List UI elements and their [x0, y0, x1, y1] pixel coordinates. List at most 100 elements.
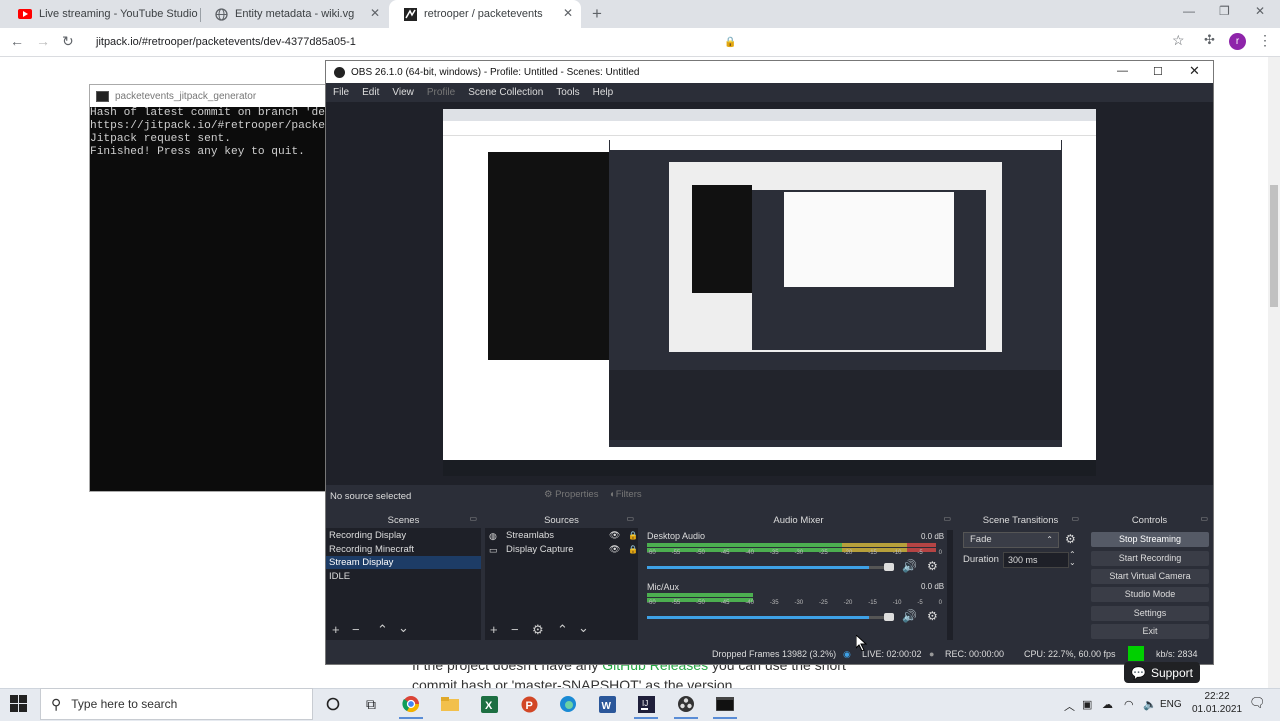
obs-titlebar[interactable]: OBS 26.1.0 (64-bit, windows) - Profile: … [326, 61, 1213, 83]
scenes-dock-header[interactable]: Scenes ▭ [326, 512, 481, 528]
wifi-icon[interactable]: ◠ [1124, 698, 1134, 711]
float-icon[interactable]: ▭ [626, 514, 634, 523]
properties-button[interactable]: ⚙ Properties [544, 489, 598, 500]
tab-youtube-studio[interactable]: Live streaming - YouTube Studio [4, 0, 200, 28]
close-window-icon[interactable]: ✕ [1255, 4, 1265, 18]
tray-device-icon[interactable]: ▣ [1082, 698, 1092, 711]
controls-dock-header[interactable]: Controls ▭ [1087, 512, 1212, 528]
menu-file[interactable]: File [333, 87, 349, 98]
visibility-eye-icon[interactable]: 👁 [609, 530, 620, 541]
profile-avatar[interactable]: r [1229, 33, 1246, 50]
transition-select[interactable]: Fade ⌃ [963, 532, 1059, 548]
volume-icon[interactable]: 🔈 [1143, 698, 1157, 711]
move-up-icon[interactable]: ⌃ [377, 622, 388, 638]
add-source-button[interactable]: + [490, 622, 498, 637]
terminal-icon[interactable] [715, 694, 735, 714]
start-recording-button[interactable]: Start Recording [1091, 551, 1209, 566]
settings-button[interactable]: Settings [1091, 606, 1209, 621]
lock-icon[interactable]: 🔒 [628, 531, 638, 540]
menu-kebab-icon[interactable]: ⋮ [1258, 32, 1272, 49]
menu-help[interactable]: Help [593, 87, 614, 98]
speaker-icon[interactable]: 🔊 [902, 609, 917, 623]
excel-icon[interactable]: X [479, 694, 499, 714]
tab-wiki-vg[interactable]: Entity metadata - wiki.vg ✕ [200, 0, 388, 28]
volume-slider-knob[interactable] [884, 563, 894, 571]
word-icon[interactable]: W [597, 694, 617, 714]
taskbar-search[interactable]: ⚲ Type here to search [40, 688, 313, 720]
new-tab-button[interactable]: + [592, 4, 602, 24]
language-indicator[interactable]: ENG [1160, 699, 1182, 710]
duration-input[interactable]: 300 ms [1003, 552, 1069, 568]
minimize-icon[interactable]: — [1183, 4, 1195, 18]
close-icon[interactable]: ✕ [370, 6, 380, 20]
menu-profile[interactable]: Profile [427, 87, 455, 98]
transitions-dock-header[interactable]: Scene Transitions ▭ [958, 512, 1083, 528]
scene-item[interactable]: IDLE [329, 571, 350, 582]
task-view-icon[interactable]: ⧉ [361, 694, 381, 714]
file-explorer-icon[interactable] [440, 694, 460, 714]
move-up-icon[interactable]: ⌃ [557, 622, 568, 638]
close-window-icon[interactable]: ✕ [1189, 63, 1200, 79]
windows-start-icon[interactable] [10, 695, 27, 715]
exit-button[interactable]: Exit [1091, 624, 1209, 639]
move-down-icon[interactable]: ⌄ [398, 620, 409, 636]
page-scrollbar[interactable] [1268, 57, 1280, 688]
volume-slider-knob[interactable] [884, 613, 894, 621]
float-icon[interactable]: ▭ [469, 514, 477, 523]
menu-tools[interactable]: Tools [556, 87, 579, 98]
bookmark-star-icon[interactable]: ☆ [1172, 32, 1185, 49]
volume-slider[interactable] [647, 616, 894, 619]
menu-edit[interactable]: Edit [362, 87, 379, 98]
move-down-icon[interactable]: ⌄ [578, 620, 589, 636]
obs-icon[interactable] [676, 694, 696, 714]
float-icon[interactable]: ▭ [1200, 514, 1208, 523]
maximize-icon[interactable]: ☐ [1153, 65, 1163, 78]
mixer-dock-header[interactable]: Audio Mixer ▭ [642, 512, 955, 528]
source-item[interactable]: Display Capture [506, 544, 574, 555]
gear-icon[interactable]: ⚙ [532, 622, 544, 638]
reload-icon[interactable]: ↻ [62, 33, 74, 50]
filters-button[interactable]: ◐Filters [610, 489, 642, 500]
console-titlebar[interactable]: packetevents_jitpack_generator [90, 85, 328, 107]
menu-view[interactable]: View [392, 87, 414, 98]
address-bar[interactable]: 🔒 jitpack.io/#retrooper/packetevents/dev… [96, 32, 1192, 52]
speaker-icon[interactable]: 🔊 [902, 559, 917, 573]
taskbar-clock[interactable]: 22:22 01.01.2021 [1192, 690, 1242, 716]
cortana-icon[interactable] [323, 694, 343, 714]
extensions-icon[interactable]: ✣ [1204, 32, 1215, 48]
chrome-icon[interactable] [401, 694, 421, 714]
lock-icon[interactable]: 🔒 [628, 545, 638, 554]
maximize-icon[interactable]: ❐ [1219, 4, 1230, 18]
scene-item[interactable]: Recording Minecraft [329, 544, 414, 555]
intellij-icon[interactable]: IJ [636, 694, 656, 714]
float-icon[interactable]: ▭ [943, 514, 951, 523]
visibility-eye-icon[interactable]: 👁 [609, 544, 620, 555]
gear-icon[interactable]: ⚙ [1065, 532, 1076, 546]
sources-dock-header[interactable]: Sources ▭ [485, 512, 638, 528]
edge-icon[interactable] [558, 694, 578, 714]
remove-scene-button[interactable]: − [352, 622, 360, 637]
mixer-scrollbar[interactable] [947, 530, 953, 640]
volume-slider[interactable] [647, 566, 894, 569]
support-button[interactable]: 💬 Support [1124, 662, 1200, 683]
scene-item-selected[interactable]: Stream Display [329, 557, 393, 568]
gear-icon[interactable]: ⚙ [927, 609, 938, 623]
float-icon[interactable]: ▭ [1071, 514, 1079, 523]
add-scene-button[interactable]: + [332, 622, 340, 637]
powerpoint-icon[interactable]: P [519, 694, 539, 714]
minimize-icon[interactable]: — [1117, 65, 1128, 77]
tab-jitpack[interactable]: retrooper / packetevents ✕ [389, 0, 581, 28]
tray-chevron-icon[interactable]: ︿ [1064, 698, 1075, 714]
source-item[interactable]: Streamlabs [506, 530, 554, 541]
spinner-icon[interactable]: ⌃ ⌄ [1069, 551, 1076, 567]
gear-icon[interactable]: ⚙ [927, 559, 938, 573]
page-scrollbar-thumb[interactable] [1270, 185, 1278, 307]
studio-mode-button[interactable]: Studio Mode [1091, 587, 1209, 602]
forward-icon[interactable]: → [36, 33, 50, 49]
close-icon[interactable]: ✕ [563, 6, 573, 20]
stop-streaming-button[interactable]: Stop Streaming [1091, 532, 1209, 547]
scene-item[interactable]: Recording Display [329, 530, 406, 541]
remove-source-button[interactable]: − [511, 622, 519, 637]
notifications-icon[interactable]: 🗨 [1249, 695, 1266, 711]
start-virtual-camera-button[interactable]: Start Virtual Camera [1091, 569, 1209, 584]
